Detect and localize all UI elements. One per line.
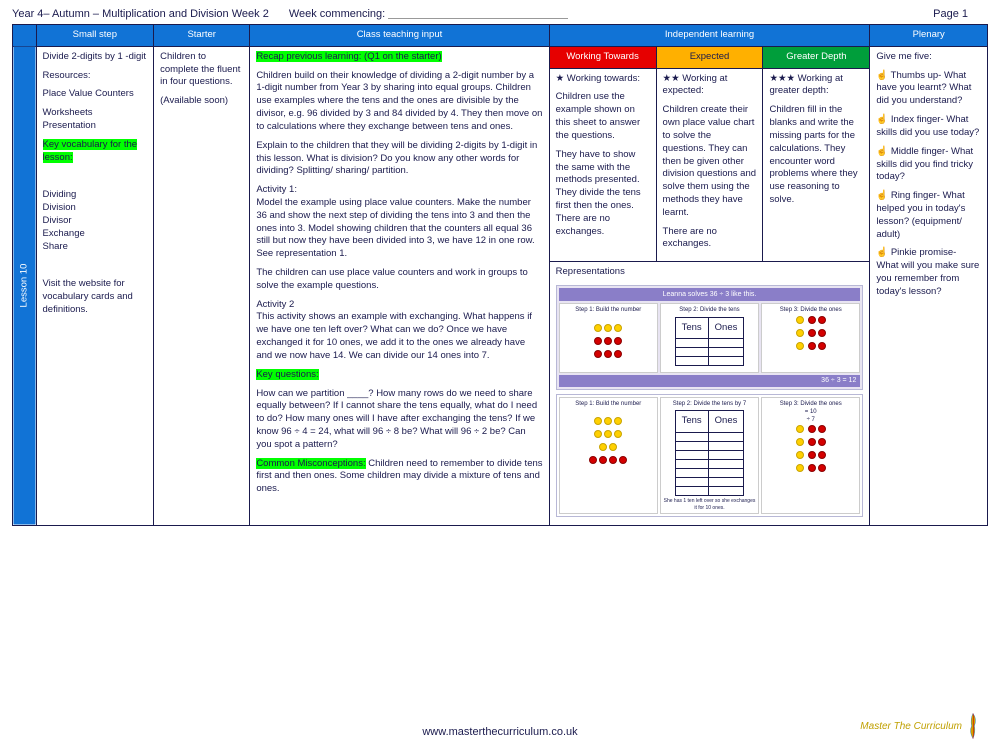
feather-icon (966, 712, 980, 740)
greater-depth-header: Greater Depth (763, 46, 870, 68)
footer-logo: Master The Curriculum (860, 712, 980, 740)
working-towards-header: Working Towards (549, 46, 656, 68)
expected-header: Expected (656, 46, 763, 68)
working-towards-cell: ★ Working towards: Children use the exam… (549, 68, 656, 262)
misconceptions-highlight: Common Misconceptions: (256, 458, 365, 469)
lesson-plan-table: Small step Starter Class teaching input … (12, 24, 988, 526)
doc-title: Year 4– Autumn – Multiplication and Divi… (12, 8, 269, 20)
col-plenary: Plenary (870, 25, 988, 47)
plenary-cell: Give me five: ☝ Thumbs up- What have you… (870, 46, 988, 525)
col-small-step: Small step (36, 25, 154, 47)
col-teaching: Class teaching input (250, 25, 549, 47)
recap-highlight: Recap previous learning: (Q1 on the star… (256, 51, 441, 62)
representation-2: Step 1: Build the number Step 2: Divide … (556, 394, 864, 517)
top-header: Year 4– Autumn – Multiplication and Divi… (12, 8, 988, 20)
col-independent: Independent learning (549, 25, 870, 47)
week-commencing-label: Week commencing: (289, 8, 568, 20)
greater-depth-cell: ★★★ Working at greater depth: Children f… (763, 68, 870, 262)
expected-cell: ★★ Working at expected: Children create … (656, 68, 763, 262)
key-questions-highlight: Key questions: (256, 369, 318, 380)
vocab-highlight: Key vocabulary for the lesson: (43, 139, 138, 163)
representations-cell: Representations Leanna solves 36 ÷ 3 lik… (549, 262, 870, 526)
representation-1: Leanna solves 36 ÷ 3 like this. Step 1: … (556, 285, 864, 390)
col-starter: Starter (154, 25, 250, 47)
starter-cell: Children to complete the fluent in four … (154, 46, 250, 525)
lesson-tab: Lesson 10 (13, 46, 37, 525)
small-step-cell: Divide 2-digits by 1 -digit Resources: P… (36, 46, 154, 525)
teaching-cell: Recap previous learning: (Q1 on the star… (250, 46, 549, 525)
footer-url: www.masterthecurriculum.co.uk (0, 726, 1000, 738)
page-number: Page 1 (933, 8, 968, 20)
